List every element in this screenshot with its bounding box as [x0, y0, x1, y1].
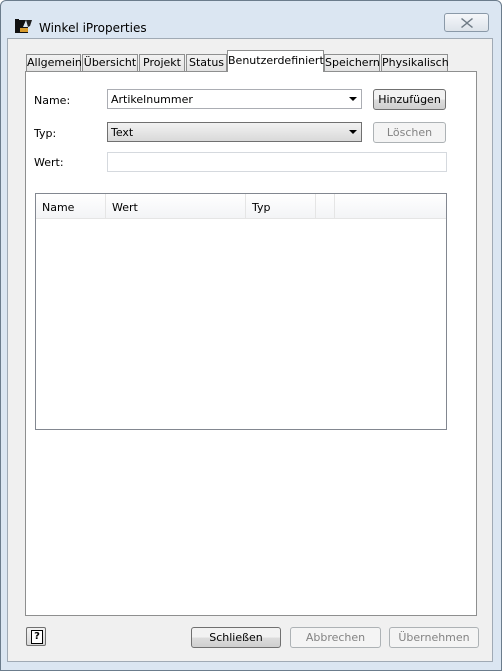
tab-label: Status: [188, 56, 225, 69]
chevron-down-icon: [349, 130, 357, 134]
window-title: Winkel iProperties: [39, 21, 147, 35]
title-bar[interactable]: Winkel iProperties: [1, 1, 501, 35]
window-close-button[interactable]: [444, 13, 489, 32]
tab-label: Allgemein: [27, 56, 82, 69]
app-icon: [15, 18, 33, 36]
delete-button[interactable]: Löschen: [373, 122, 446, 143]
tab-label: Projekt: [143, 56, 181, 69]
column-header-name[interactable]: Name: [36, 194, 106, 218]
tab-label: Übersicht: [83, 56, 137, 69]
tab-label: Benutzerdefiniert: [228, 54, 324, 67]
properties-list[interactable]: Name Wert Typ: [35, 193, 447, 430]
value-label: Wert:: [34, 156, 64, 169]
tab-projekt[interactable]: Projekt: [139, 54, 185, 71]
name-combobox-value: Artikelnummer: [111, 93, 193, 106]
value-input[interactable]: [107, 152, 447, 172]
tab-label: Physikalisch: [382, 56, 449, 69]
help-button[interactable]: ?: [26, 627, 46, 646]
tab-allgemein[interactable]: Allgemein: [26, 54, 82, 71]
tab-physikalisch[interactable]: Physikalisch: [381, 54, 449, 71]
tab-label: Speichern: [325, 56, 380, 69]
column-header-value[interactable]: Wert: [106, 194, 246, 218]
list-header: Name Wert Typ: [36, 194, 446, 219]
close-button[interactable]: Schließen: [191, 627, 281, 648]
type-combobox-value: Text: [111, 126, 134, 139]
tab-uebersicht[interactable]: Übersicht: [82, 54, 138, 71]
type-label: Typ:: [34, 127, 57, 140]
help-icon: ?: [31, 630, 43, 644]
type-combobox[interactable]: Text: [107, 122, 362, 142]
tab-status[interactable]: Status: [186, 54, 227, 71]
column-header-type[interactable]: Typ: [246, 194, 316, 218]
name-label: Name:: [34, 94, 71, 107]
column-header-extra[interactable]: [316, 194, 335, 218]
cancel-button[interactable]: Abbrechen: [290, 627, 381, 648]
chevron-down-icon: [349, 97, 357, 101]
apply-button[interactable]: Übernehmen: [389, 627, 479, 648]
tab-speichern[interactable]: Speichern: [324, 54, 380, 71]
close-icon: [461, 18, 473, 28]
tab-benutzerdefiniert[interactable]: Benutzerdefiniert: [227, 50, 324, 72]
add-button[interactable]: Hinzufügen: [373, 89, 446, 110]
name-combobox[interactable]: Artikelnummer: [107, 89, 362, 109]
